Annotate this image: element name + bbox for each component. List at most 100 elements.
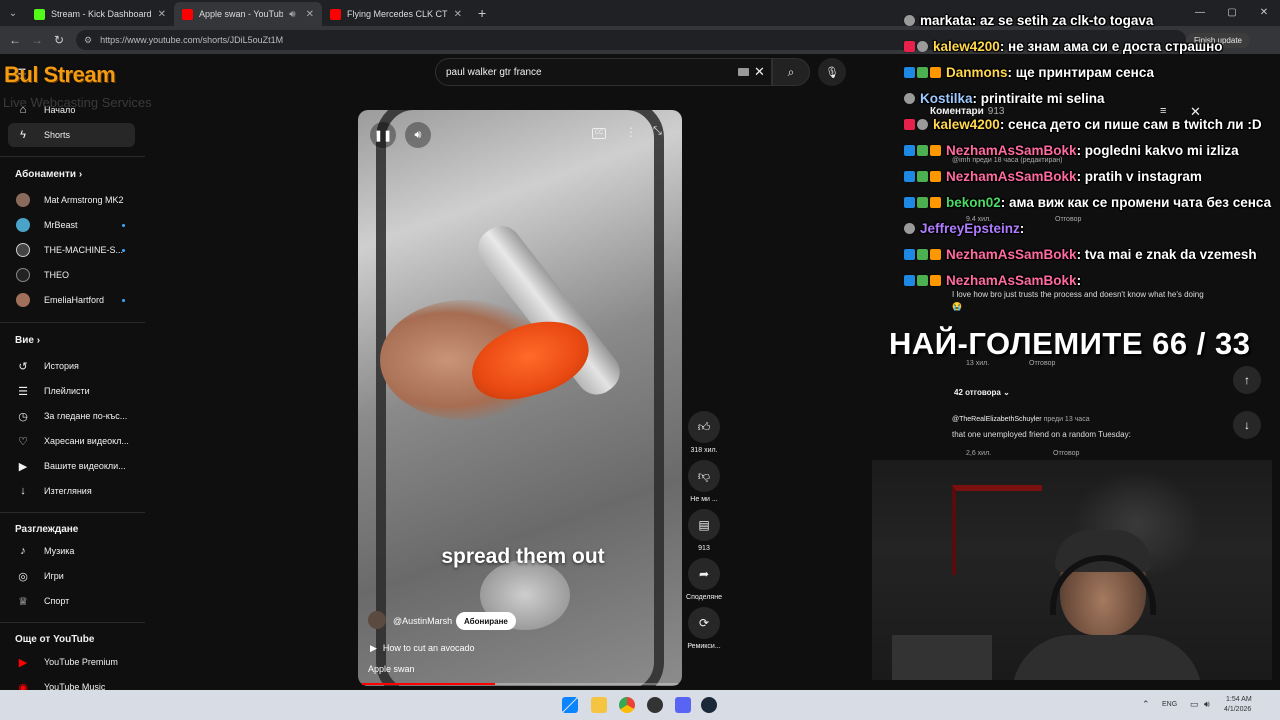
volume-tray-icon[interactable]: 🔊︎ — [1204, 699, 1210, 710]
tab-apple-swan[interactable]: Apple swan - YouTube 🔊︎ ✕ — [174, 2, 322, 26]
sports-icon: ♕ — [18, 595, 28, 608]
chat-text: : ще принтирам сенса — [1007, 64, 1155, 80]
close-window-icon[interactable]: ✕ — [1248, 0, 1280, 26]
discord-icon[interactable] — [675, 697, 691, 713]
like-button[interactable]: 👍︎ 318 хил. — [686, 411, 722, 454]
previous-short-button[interactable]: ↑ — [1233, 366, 1261, 394]
more-options-icon[interactable]: ⋮ — [625, 125, 637, 139]
voice-search-button[interactable]: 🎙︎ — [818, 58, 846, 86]
sidebar-item-sports[interactable]: ♕ Спорт — [8, 589, 135, 613]
forward-icon[interactable]: → — [26, 33, 48, 47]
tab-search-icon[interactable]: ⌄ — [0, 0, 26, 26]
remix-button[interactable]: ⟳ Ремикси... — [686, 607, 722, 650]
sidebar-item-liked[interactable]: ♡ Харесани видеокл... — [8, 429, 135, 453]
live-indicator — [122, 298, 125, 302]
chrome-icon[interactable] — [619, 697, 635, 713]
subscriptions-header[interactable]: Абонаменти › — [15, 169, 82, 180]
webcam-desk — [892, 635, 992, 680]
chat-badge-icon — [930, 274, 941, 286]
pause-icon: ❚❚ — [373, 129, 393, 142]
chat-username: Danmons — [946, 64, 1008, 80]
language-indicator[interactable]: ENG — [1162, 701, 1177, 708]
comments-icon: ▤ — [698, 518, 710, 532]
new-tab-button[interactable]: + — [478, 5, 486, 21]
comment-author[interactable]: @TheRealElizabethSchuyler преди 13 часа — [952, 416, 1090, 423]
site-info-icon[interactable]: ⚙ — [84, 35, 92, 46]
webcam-shoulders — [1012, 635, 1202, 680]
windows-start-icon[interactable] — [562, 697, 578, 713]
share-button[interactable]: ➦ Споделяне — [686, 558, 722, 601]
file-explorer-icon[interactable] — [591, 697, 607, 713]
pause-button[interactable]: ❚❚ — [370, 122, 396, 148]
chat-badge-icon — [904, 40, 915, 52]
sidebar-item-history[interactable]: ↺ История — [8, 354, 135, 378]
sidebar-item-home[interactable]: ⌂ Начало — [8, 98, 135, 122]
close-tab-icon[interactable]: ✕ — [454, 9, 462, 20]
app-icon[interactable] — [647, 697, 663, 713]
close-tab-icon[interactable]: ✕ — [158, 9, 166, 20]
tab-kick-dashboard[interactable]: Stream - Kick Dashboard ✕ — [26, 2, 174, 26]
comment-likes: 2,6 хил. — [966, 450, 992, 457]
sidebar-item-your-videos[interactable]: ▶ Вашите видеокли... — [8, 454, 135, 478]
sidebar-item-playlists[interactable]: ☰ Плейлисти — [8, 379, 135, 403]
windows-taskbar — [0, 690, 1280, 720]
channel-avatar[interactable] — [368, 611, 386, 629]
video-progress-bar[interactable] — [362, 683, 678, 685]
sidebar-item-subscription[interactable]: MrBeast — [8, 213, 135, 237]
avatar — [16, 268, 30, 282]
chat-badge-icon — [904, 248, 915, 260]
sidebar-item-subscription[interactable]: Mat Armstrong MK2 — [8, 188, 135, 212]
comments-button[interactable]: ▤ 913 — [686, 509, 722, 552]
sidebar-item-youtube-premium[interactable]: ▶ YouTube Premium — [8, 650, 135, 674]
you-header[interactable]: Вие › — [15, 335, 40, 346]
playlist-link[interactable]: ▶ How to cut an avocado — [370, 643, 474, 654]
chat-username: NezhamAsSamBokk — [946, 272, 1077, 288]
collapse-icon[interactable]: ⤡ — [653, 125, 662, 138]
channel-name[interactable]: @AustinMarsh — [393, 616, 452, 626]
sidebar-item-shorts[interactable]: ϟ Shorts — [8, 123, 135, 147]
volume-button[interactable]: 🔊︎ — [405, 122, 431, 148]
steam-icon[interactable] — [701, 697, 717, 713]
sidebar-item-music[interactable]: ♪ Музика — [8, 539, 135, 563]
chat-message: JeffreyEpsteinz : — [904, 216, 1024, 240]
reload-icon[interactable]: ↻ — [48, 33, 70, 47]
captions-button[interactable]: CC — [592, 128, 606, 139]
replies-toggle[interactable]: 42 отговора ⌄ — [954, 388, 1010, 397]
volume-icon: 🔊︎ — [414, 128, 422, 141]
clock-date[interactable]: 4/1/2026 — [1224, 706, 1251, 713]
back-icon[interactable]: ← — [4, 33, 26, 47]
share-label: Споделяне — [686, 594, 722, 601]
next-short-button[interactable]: ↓ — [1233, 411, 1261, 439]
more-from-youtube-header: Още от YouTube — [15, 634, 95, 645]
sidebar-item-subscription[interactable]: THEO — [8, 263, 135, 287]
sidebar-item-subscription[interactable]: THE-MACHINE-S... — [8, 238, 135, 262]
chat-badge-icon — [930, 66, 941, 78]
tray-chevron-icon[interactable]: ⌃ — [1142, 699, 1150, 710]
sidebar-item-downloads[interactable]: ↓ Изтегляния — [8, 479, 135, 503]
dislike-button[interactable]: 👎︎ Не ми ... — [686, 460, 722, 503]
tab-flying-mercedes[interactable]: Flying Mercedes CLK CTR at Le ✕ — [322, 2, 470, 26]
sidebar-item-subscription[interactable]: EmeliaHartford — [8, 288, 135, 312]
keyboard-icon[interactable] — [738, 68, 749, 76]
comment-time: преди 13 часа — [1043, 416, 1090, 423]
sidebar-item-label: Плейлисти — [44, 386, 90, 396]
mic-icon: 🎙︎ — [825, 66, 839, 79]
search-button[interactable]: ⌕ — [772, 58, 810, 86]
close-tab-icon[interactable]: ✕ — [306, 9, 314, 20]
comment-text: I love how bro just trusts the process a… — [952, 290, 1204, 311]
maximize-icon[interactable]: ▢ — [1216, 0, 1248, 26]
comment-reply[interactable]: Отговор — [1053, 450, 1079, 457]
sidebar-item-watch-later[interactable]: ◷ За гледане по-къс... — [8, 404, 135, 428]
network-icon[interactable]: ▭ — [1190, 699, 1199, 710]
chat-text: : — [1019, 220, 1025, 236]
comment-reply[interactable]: Отговор — [1055, 216, 1081, 223]
audio-icon[interactable]: 🔊︎ — [289, 9, 295, 20]
minimize-icon[interactable]: — — [1184, 0, 1216, 26]
clock-time[interactable]: 1:54 AM — [1226, 696, 1252, 703]
subscribe-button[interactable]: Абониране — [456, 612, 516, 630]
sidebar-item-label: Shorts — [44, 130, 71, 140]
search-input[interactable]: paul walker gtr france — [435, 58, 772, 86]
clear-search-icon[interactable]: ✕ — [754, 64, 765, 80]
sidebar-item-gaming[interactable]: ◎ Игри — [8, 564, 135, 588]
chat-badge-icon — [917, 274, 928, 286]
